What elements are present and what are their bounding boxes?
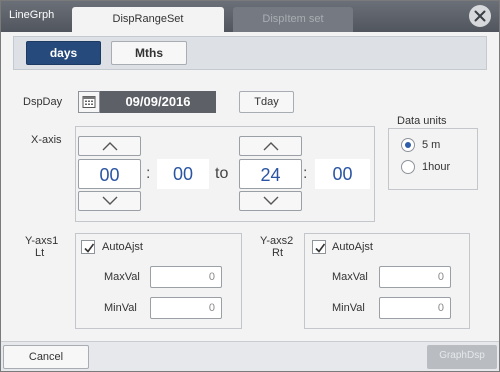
chevron-up-icon [102, 142, 118, 151]
line-graph-window: LineGrph DispRangeSet DispItem set days … [0, 0, 500, 372]
cancel-button[interactable]: Cancel [3, 345, 89, 369]
start-hour-down-button[interactable] [78, 191, 141, 211]
months-button[interactable]: Mths [111, 41, 187, 65]
calendar-icon [82, 96, 96, 108]
unit-toggle-bar: days Mths [13, 36, 487, 70]
close-icon [474, 10, 486, 22]
y-axis-right-label: Y-axs2 [260, 235, 294, 247]
y-axis-left-auto-label: AutoAjst [102, 241, 143, 253]
y-axis-right-max-input[interactable]: 0 [379, 266, 451, 288]
to-label: to [215, 165, 229, 182]
y-axis-left-max-input[interactable]: 0 [150, 266, 222, 288]
y-axis-right-min-label: MinVal [332, 302, 365, 314]
one-hour-radio[interactable] [401, 160, 415, 174]
checkmark-icon [84, 243, 95, 253]
graph-display-button[interactable]: GraphDsp [427, 345, 497, 369]
title-bar: LineGrph DispRangeSet DispItem set [1, 1, 499, 32]
start-time-separator: : [146, 165, 151, 182]
end-time-separator: : [303, 165, 308, 182]
end-hour-up-button[interactable] [239, 136, 302, 156]
y-axis-left-label: Y-axs1 [25, 235, 59, 247]
start-minute-field[interactable]: 00 [157, 159, 209, 189]
y-axis-left-max-label: MaxVal [104, 271, 140, 283]
x-axis-label: X-axis [31, 134, 62, 146]
calendar-button[interactable] [78, 91, 100, 113]
y-axis-left-min-label: MinVal [104, 302, 137, 314]
end-hour-field[interactable]: 24 [239, 159, 302, 189]
chevron-up-icon [263, 142, 279, 151]
y-axis-right-auto-label: AutoAjst [332, 241, 373, 253]
start-hour-up-button[interactable] [78, 136, 141, 156]
today-button[interactable]: Tday [239, 91, 294, 113]
data-units-group [388, 128, 478, 190]
chevron-down-icon [263, 196, 279, 205]
data-units-label: Data units [397, 115, 447, 127]
y-axis-left-sublabel: Lt [35, 247, 45, 259]
app-title: LineGrph [9, 9, 55, 21]
y-axis-right-sublabel: Rt [272, 247, 283, 259]
end-hour-down-button[interactable] [239, 191, 302, 211]
end-minute-field[interactable]: 00 [315, 159, 370, 189]
display-day-label: DspDay [23, 96, 63, 108]
five-minute-radio[interactable] [401, 138, 415, 152]
y-axis-left-auto-checkbox[interactable] [81, 240, 95, 254]
five-minute-label: 5 m [422, 139, 441, 151]
close-button[interactable] [469, 5, 491, 27]
start-hour-field[interactable]: 00 [78, 159, 141, 189]
footer-bar: Cancel GraphDsp [1, 341, 499, 371]
chevron-down-icon [102, 196, 118, 205]
y-axis-left-min-input[interactable]: 0 [150, 297, 222, 319]
one-hour-label: 1hour [422, 161, 451, 173]
y-axis-right-min-input[interactable]: 0 [379, 297, 451, 319]
days-button[interactable]: days [26, 41, 101, 65]
display-date-field[interactable]: 09/09/2016 [100, 91, 216, 113]
tab-disp-item-set[interactable]: DispItem set [233, 7, 353, 32]
y-axis-right-auto-checkbox[interactable] [312, 240, 326, 254]
tab-disp-range-set[interactable]: DispRangeSet [72, 7, 224, 32]
checkmark-icon [315, 243, 326, 253]
y-axis-right-max-label: MaxVal [332, 271, 368, 283]
